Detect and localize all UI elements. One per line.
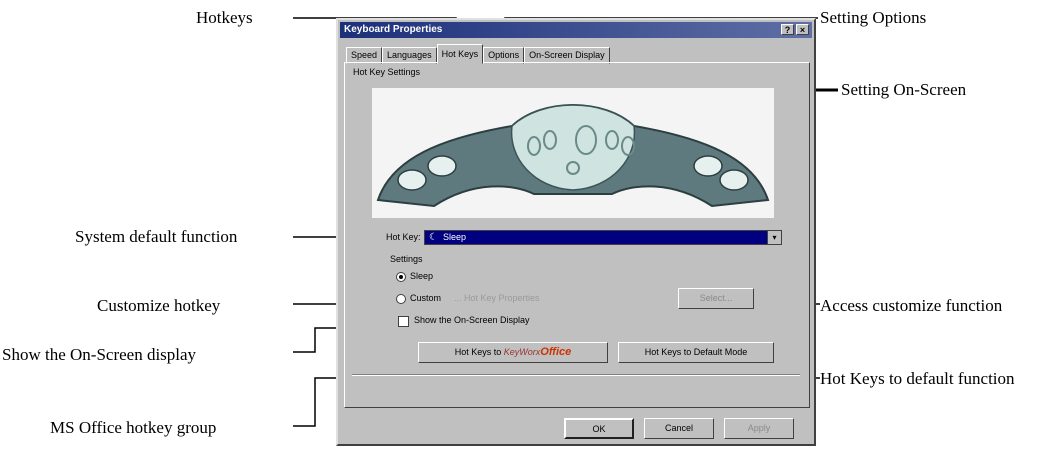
callout-ms-office: MS Office hotkey group xyxy=(50,418,217,437)
keyboard-properties-dialog: Keyboard Properties ? × Speed Languages … xyxy=(336,18,816,446)
hotkeys-to-office-button[interactable]: Hot Keys to KeyWorxOffice xyxy=(418,342,608,363)
show-osd-label: Show the On-Screen Display xyxy=(414,315,530,325)
hot-key-label: Hot Key: xyxy=(386,232,421,242)
custom-radio[interactable] xyxy=(396,294,406,304)
apply-button[interactable]: Apply xyxy=(724,418,794,439)
keyboard-image xyxy=(372,88,774,218)
keyboard-illustration xyxy=(376,104,770,208)
hot-key-value: Sleep xyxy=(443,232,467,242)
show-osd-checkbox[interactable] xyxy=(398,316,409,327)
default-mode-button[interactable]: Hot Keys to Default Mode xyxy=(618,342,774,363)
callout-setting-options: Setting Options xyxy=(820,8,927,27)
callout-show-osd: Show the On-Screen display xyxy=(2,345,197,364)
callout-access-customize: Access customize function xyxy=(820,296,1003,315)
callout-hotkeys: Hotkeys xyxy=(196,8,253,27)
sleep-radio[interactable] xyxy=(396,272,406,282)
hotkeys-to-label: Hot Keys to xyxy=(454,347,502,357)
callout-hotkeys-default: Hot Keys to default function xyxy=(820,369,1015,388)
chevron-down-icon[interactable]: ▾ xyxy=(767,231,781,244)
hot-key-select[interactable]: ☾ Sleep ▾ xyxy=(424,230,782,245)
moon-icon: ☾ xyxy=(429,232,438,243)
callout-system-default: System default function xyxy=(75,227,238,246)
divider xyxy=(352,374,800,376)
settings-label: Settings xyxy=(390,254,423,264)
sleep-radio-label: Sleep xyxy=(410,271,434,281)
cancel-button[interactable]: Cancel xyxy=(644,418,714,439)
callout-customize-hotkey: Customize hotkey xyxy=(97,296,221,315)
title-bar: Keyboard Properties ? × xyxy=(340,22,812,38)
keyworx-office-logo: KeyWorxOffice xyxy=(503,346,572,358)
help-button[interactable]: ? xyxy=(781,24,794,35)
select-button[interactable]: Select... xyxy=(678,288,754,309)
close-button[interactable]: × xyxy=(796,24,809,35)
callout-setting-on-screen: Setting On-Screen xyxy=(841,80,967,99)
tab-strip: Speed Languages Hot Keys Options On-Scre… xyxy=(346,44,610,64)
hot-key-settings-label: Hot Key Settings xyxy=(353,67,421,77)
dialog-title: Keyboard Properties xyxy=(344,24,443,35)
custom-radio-label: Custom xyxy=(410,293,442,303)
ok-button[interactable]: OK xyxy=(564,418,634,439)
tab-hot-keys[interactable]: Hot Keys xyxy=(436,44,484,64)
custom-hint: ... Hot Key Properties xyxy=(454,293,540,303)
